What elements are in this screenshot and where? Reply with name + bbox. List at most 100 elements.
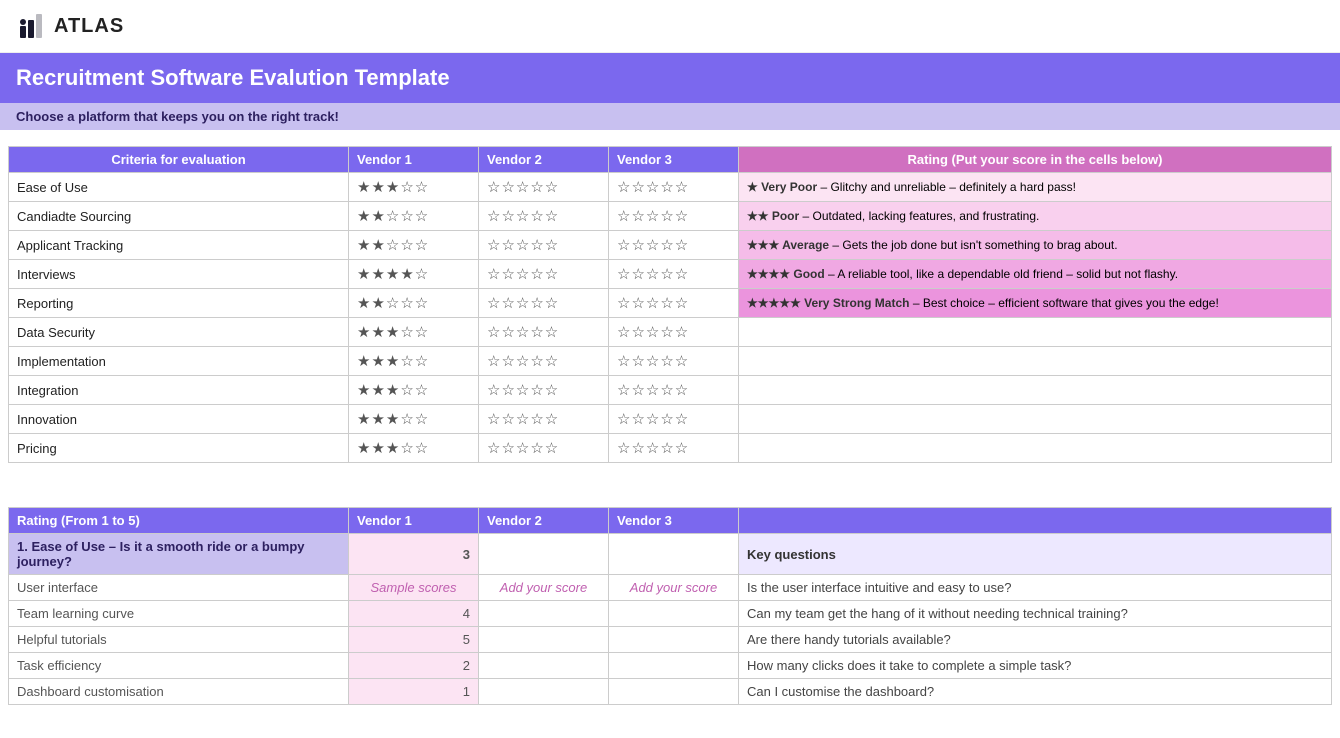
eval-vendor3-cell[interactable]: ☆☆☆☆☆ [609,434,739,463]
score-table: Rating (From 1 to 5) Vendor 1 Vendor 2 V… [8,507,1332,705]
score-col-extra [739,508,1332,534]
eval-vendor1-cell[interactable]: ★★☆☆☆ [349,289,479,318]
rating-desc-cell: ★★★ Average – Gets the job done but isn'… [739,231,1332,260]
eval-vendor1-cell[interactable]: ★★☆☆☆ [349,202,479,231]
eval-vendor2-cell[interactable]: ☆☆☆☆☆ [479,289,609,318]
eval-vendor2-cell[interactable]: ☆☆☆☆☆ [479,347,609,376]
eval-criteria-cell: Candiadte Sourcing [9,202,349,231]
col-rating: Rating (Put your score in the cells belo… [739,147,1332,173]
ease-key-cell: Key questions [739,534,1332,575]
score-label-cell: Dashboard customisation [9,679,349,705]
eval-vendor2-cell[interactable]: ☆☆☆☆☆ [479,231,609,260]
score-v3-cell[interactable] [609,653,739,679]
col-criteria: Criteria for evaluation [9,147,349,173]
eval-vendor3-cell[interactable]: ☆☆☆☆☆ [609,260,739,289]
eval-vendor3-cell[interactable]: ☆☆☆☆☆ [609,347,739,376]
eval-vendor2-cell[interactable]: ☆☆☆☆☆ [479,405,609,434]
eval-vendor3-cell[interactable]: ☆☆☆☆☆ [609,202,739,231]
score-v2-cell[interactable] [479,601,609,627]
score-v3-cell[interactable] [609,627,739,653]
app-header: ATLAS [0,0,1340,53]
eval-table-wrapper: Criteria for evaluation Vendor 1 Vendor … [0,130,1340,471]
score-label-cell: Task efficiency [9,653,349,679]
score-col-vendor2: Vendor 2 [479,508,609,534]
eval-vendor2-cell[interactable]: ☆☆☆☆☆ [479,202,609,231]
score-col-vendor3: Vendor 3 [609,508,739,534]
eval-vendor1-cell[interactable]: ★★☆☆☆ [349,231,479,260]
score-v1-cell[interactable]: 4 [349,601,479,627]
rating-desc-cell [739,405,1332,434]
eval-criteria-cell: Implementation [9,347,349,376]
eval-table: Criteria for evaluation Vendor 1 Vendor … [8,146,1332,463]
subtitle-bar: Choose a platform that keeps you on the … [0,103,1340,130]
score-col-vendor1: Vendor 1 [349,508,479,534]
score-v1-cell[interactable]: 1 [349,679,479,705]
eval-vendor1-cell[interactable]: ★★★☆☆ [349,318,479,347]
eval-vendor2-cell[interactable]: ☆☆☆☆☆ [479,318,609,347]
score-v3-cell[interactable] [609,601,739,627]
eval-vendor2-cell[interactable]: ☆☆☆☆☆ [479,260,609,289]
rating-desc-cell [739,347,1332,376]
score-v2-cell[interactable]: Add your score [479,575,609,601]
eval-vendor3-cell[interactable]: ☆☆☆☆☆ [609,289,739,318]
eval-vendor3-cell[interactable]: ☆☆☆☆☆ [609,231,739,260]
rating-desc-cell [739,434,1332,463]
score-label-cell: User interface [9,575,349,601]
eval-criteria-cell: Reporting [9,289,349,318]
score-col-criteria: Rating (From 1 to 5) [9,508,349,534]
rating-desc-cell: ★★★★ Good – A reliable tool, like a depe… [739,260,1332,289]
score-key-cell: Can I customise the dashboard? [739,679,1332,705]
eval-criteria-cell: Innovation [9,405,349,434]
eval-vendor3-cell[interactable]: ☆☆☆☆☆ [609,173,739,202]
score-v1-cell[interactable]: 2 [349,653,479,679]
score-label-cell: Team learning curve [9,601,349,627]
eval-vendor1-cell[interactable]: ★★★★☆ [349,260,479,289]
score-v2-cell[interactable] [479,627,609,653]
eval-vendor1-cell[interactable]: ★★★☆☆ [349,347,479,376]
score-v1-cell[interactable]: 5 [349,627,479,653]
score-v1-cell[interactable]: Sample scores [349,575,479,601]
ease-v2-cell[interactable] [479,534,609,575]
eval-vendor2-cell[interactable]: ☆☆☆☆☆ [479,434,609,463]
score-label-cell: Helpful tutorials [9,627,349,653]
score-key-cell: Can my team get the hang of it without n… [739,601,1332,627]
page-title: Recruitment Software Evalution Template [16,65,1324,91]
eval-criteria-cell: Pricing [9,434,349,463]
eval-vendor1-cell[interactable]: ★★★☆☆ [349,434,479,463]
score-v2-cell[interactable] [479,679,609,705]
col-vendor3: Vendor 3 [609,147,739,173]
score-v2-cell[interactable] [479,653,609,679]
rating-desc-cell: ★ Very Poor – Glitchy and unreliable – d… [739,173,1332,202]
eval-criteria-cell: Applicant Tracking [9,231,349,260]
score-table-wrapper: Rating (From 1 to 5) Vendor 1 Vendor 2 V… [0,491,1340,713]
eval-criteria-cell: Ease of Use [9,173,349,202]
logo-text: ATLAS [54,15,124,38]
ease-v1-cell[interactable]: 3 [349,534,479,575]
eval-vendor3-cell[interactable]: ☆☆☆☆☆ [609,376,739,405]
eval-vendor2-cell[interactable]: ☆☆☆☆☆ [479,173,609,202]
score-key-cell: Is the user interface intuitive and easy… [739,575,1332,601]
score-v3-cell[interactable] [609,679,739,705]
eval-vendor3-cell[interactable]: ☆☆☆☆☆ [609,318,739,347]
eval-criteria-cell: Interviews [9,260,349,289]
page-subtitle: Choose a platform that keeps you on the … [16,109,1324,124]
rating-desc-cell: ★★★★★ Very Strong Match – Best choice – … [739,289,1332,318]
eval-vendor1-cell[interactable]: ★★★☆☆ [349,173,479,202]
logo-icon [16,12,44,40]
col-vendor1: Vendor 1 [349,147,479,173]
ease-v3-cell[interactable] [609,534,739,575]
eval-vendor3-cell[interactable]: ☆☆☆☆☆ [609,405,739,434]
rating-desc-cell [739,318,1332,347]
score-key-cell: Are there handy tutorials available? [739,627,1332,653]
score-key-cell: How many clicks does it take to complete… [739,653,1332,679]
ease-header-cell: 1. Ease of Use – Is it a smooth ride or … [9,534,349,575]
eval-criteria-cell: Integration [9,376,349,405]
title-bar: Recruitment Software Evalution Template [0,53,1340,103]
eval-vendor1-cell[interactable]: ★★★☆☆ [349,405,479,434]
eval-vendor1-cell[interactable]: ★★★☆☆ [349,376,479,405]
col-vendor2: Vendor 2 [479,147,609,173]
eval-vendor2-cell[interactable]: ☆☆☆☆☆ [479,376,609,405]
rating-desc-cell: ★★ Poor – Outdated, lacking features, an… [739,202,1332,231]
score-v3-cell[interactable]: Add your score [609,575,739,601]
rating-desc-cell [739,376,1332,405]
